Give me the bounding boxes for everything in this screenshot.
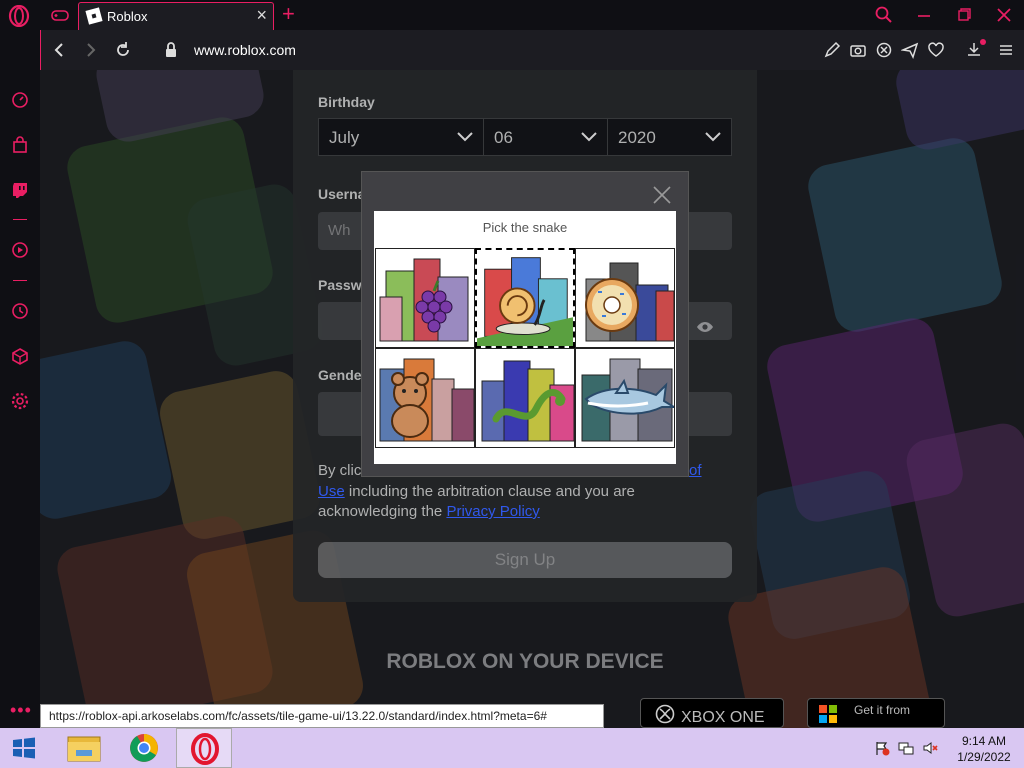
network-icon[interactable]: [898, 740, 914, 756]
forward-icon[interactable]: [81, 40, 101, 60]
device-heading: ROBLOX ON YOUR DEVICE: [386, 650, 664, 673]
microsoft-logo-icon: [819, 705, 837, 723]
birthday-label: Birthday: [318, 94, 375, 110]
send-icon[interactable]: [901, 41, 919, 59]
more-icon[interactable]: •••: [10, 700, 32, 721]
easy-setup-icon[interactable]: [997, 41, 1015, 59]
year-value: 2020: [618, 128, 656, 147]
twitch-icon[interactable]: [10, 180, 30, 200]
taskbar-chrome[interactable]: [116, 728, 172, 768]
captcha-tile-teddy-bear[interactable]: [375, 348, 475, 448]
close-icon[interactable]: [651, 184, 673, 206]
xbox-logo-icon: [655, 704, 675, 724]
day-select[interactable]: 06: [483, 118, 608, 156]
settings-gear-icon[interactable]: [10, 391, 30, 411]
screen: Roblox × + www.roblox.com ••• Birthday J…: [0, 0, 1024, 768]
url-field[interactable]: www.roblox.com: [194, 42, 296, 58]
lock-icon[interactable]: [161, 40, 181, 60]
tab-strip: Roblox × +: [0, 0, 1024, 30]
flag-icon[interactable]: [874, 740, 890, 756]
gender-label: Gende: [318, 367, 362, 383]
folder-icon: [67, 736, 101, 762]
minimize-icon[interactable]: [912, 4, 936, 26]
xbox-store-badge[interactable]: XBOX ONE: [640, 698, 784, 728]
month-value: July: [329, 128, 360, 147]
system-clock[interactable]: 9:14 AM 1/29/2022: [948, 733, 1020, 765]
roblox-page: Birthday July 06 2020 Userna Wh Passwo G…: [40, 70, 1024, 728]
close-window-icon[interactable]: [992, 4, 1016, 26]
month-select[interactable]: July: [318, 118, 484, 156]
tab-roblox[interactable]: Roblox ×: [78, 2, 274, 30]
captcha-tile-shark[interactable]: [575, 348, 675, 448]
chevron-down-icon: [457, 132, 473, 142]
chevron-down-icon: [705, 132, 721, 142]
download-badge: [980, 39, 986, 45]
opera-icon: [191, 733, 219, 765]
year-select[interactable]: 2020: [607, 118, 732, 156]
show-password-icon[interactable]: [696, 320, 714, 334]
captcha-dialog: Pick the snake: [361, 171, 689, 477]
volume-muted-icon[interactable]: [922, 740, 938, 756]
microsoft-store-badge[interactable]: Get it from: [807, 698, 945, 728]
opera-logo-icon[interactable]: [8, 5, 30, 27]
roblox-favicon-icon: [85, 7, 103, 25]
terms-of-use-link[interactable]: Use: [318, 483, 345, 500]
legal-text: Use including the arbitration clause and…: [318, 482, 732, 522]
edit-icon[interactable]: [823, 41, 841, 59]
sidebar: •••: [0, 30, 40, 728]
captcha-instruction: Pick the snake: [482, 220, 568, 235]
heart-icon[interactable]: [927, 41, 945, 59]
clock-date: 1/29/2022: [957, 750, 1011, 764]
tab-close-icon[interactable]: ×: [256, 5, 267, 25]
clock-time: 9:14 AM: [961, 734, 1007, 748]
speed-dial-icon[interactable]: [10, 90, 30, 110]
taskbar-file-explorer[interactable]: [56, 728, 112, 768]
adblock-icon[interactable]: [875, 41, 893, 59]
captcha-tile-grapes[interactable]: [375, 248, 475, 348]
sidebar-divider: [13, 219, 27, 220]
chevron-down-icon: [581, 132, 597, 142]
taskbar-opera[interactable]: [176, 728, 232, 768]
captcha-tile-donut[interactable]: [575, 248, 675, 348]
sidebar-divider: [13, 280, 27, 281]
xbox-label: XBOX ONE: [681, 709, 765, 726]
windows-start-icon[interactable]: [0, 728, 48, 768]
username-label: Userna: [318, 186, 366, 202]
signup-button[interactable]: Sign Up: [318, 542, 732, 578]
captcha-card: Pick the snake: [374, 211, 676, 464]
captcha-tile-snail[interactable]: [475, 248, 575, 348]
gamepad-icon[interactable]: [50, 6, 70, 24]
day-value: 06: [494, 128, 513, 147]
restore-icon[interactable]: [952, 4, 976, 26]
shopping-icon[interactable]: [10, 135, 30, 155]
address-bar: www.roblox.com: [40, 30, 1024, 70]
back-icon[interactable]: [49, 40, 69, 60]
legal-text-start: By clic: [318, 462, 362, 479]
history-icon[interactable]: [10, 301, 30, 321]
status-url-bar: https://roblox-api.arkoselabs.com/fc/ass…: [40, 704, 604, 728]
tab-title: Roblox: [107, 9, 148, 24]
extensions-icon[interactable]: [10, 346, 30, 366]
reload-icon[interactable]: [113, 40, 133, 60]
terms-link-part[interactable]: of: [689, 462, 702, 479]
new-tab-icon[interactable]: +: [282, 3, 295, 25]
snapshot-icon[interactable]: [849, 41, 867, 59]
privacy-policy-link[interactable]: Privacy Policy: [446, 503, 539, 520]
captcha-tile-snake[interactable]: [475, 348, 575, 448]
player-icon[interactable]: [10, 240, 30, 260]
search-tabs-icon[interactable]: [872, 4, 896, 26]
microsoft-label: Get it from: [854, 703, 911, 717]
taskbar: 9:14 AM 1/29/2022: [0, 728, 1024, 768]
chrome-icon: [130, 734, 158, 762]
